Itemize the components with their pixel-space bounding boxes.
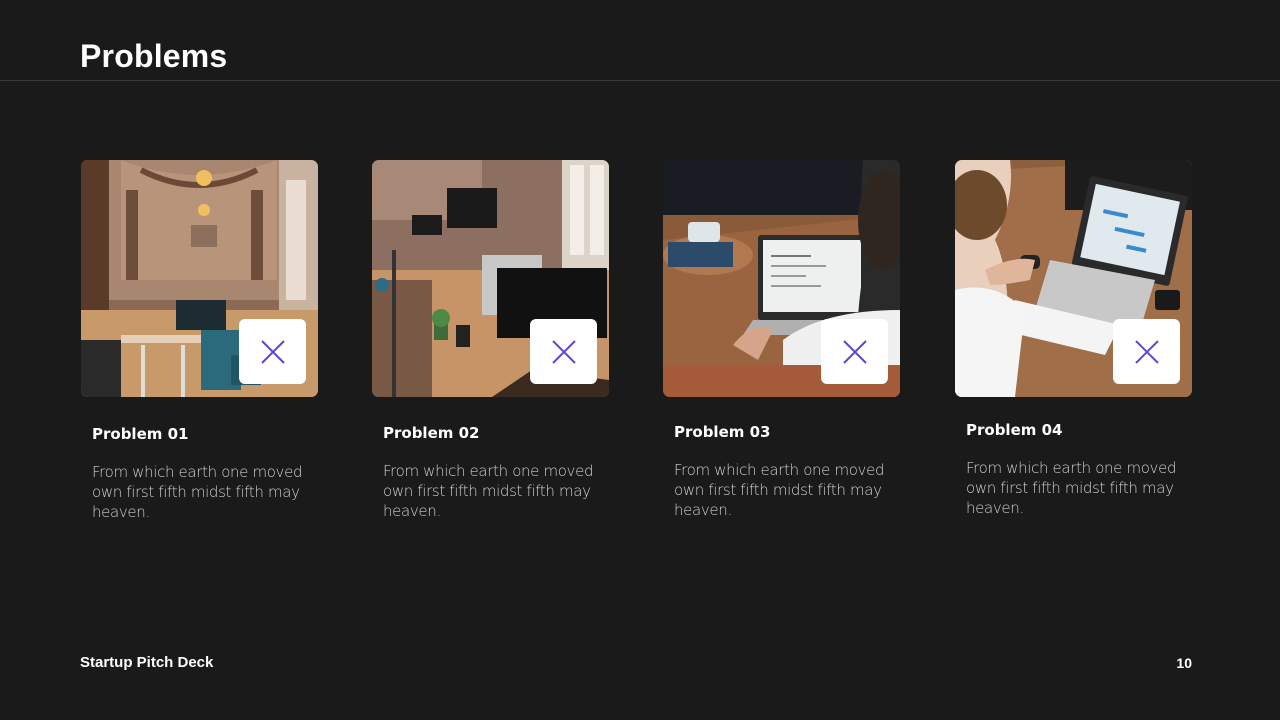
title-divider: [0, 80, 1280, 81]
problem-card-2: Problem 02 From which earth one moved ow…: [372, 160, 609, 520]
close-icon-badge[interactable]: [821, 319, 888, 384]
problem-title: Problem 04: [966, 421, 1063, 439]
close-icon: [1134, 339, 1159, 364]
deck-name: Startup Pitch Deck: [80, 654, 214, 671]
problem-card-1: Problem 01 From which earth one moved ow…: [81, 160, 318, 521]
problem-photo-desk-laptop: [955, 160, 1192, 397]
problem-card-4: Problem 04 From which earth one moved ow…: [955, 160, 1192, 517]
close-icon: [551, 339, 576, 364]
problem-description: From which earth one moved own first fif…: [383, 462, 594, 520]
close-icon-badge[interactable]: [1113, 319, 1180, 384]
problem-photo-office-hall: [81, 160, 318, 397]
close-icon-badge[interactable]: [530, 319, 597, 384]
problem-card-3: Problem 03 From which earth one moved ow…: [663, 160, 900, 519]
problem-description: From which earth one moved own first fif…: [966, 459, 1177, 517]
problem-title: Problem 02: [383, 424, 480, 442]
close-icon: [842, 339, 867, 364]
problem-photo-open-office: [372, 160, 609, 397]
slide-title: Problems: [80, 38, 228, 74]
problem-title: Problem 03: [674, 423, 771, 441]
problem-description: From which earth one moved own first fif…: [674, 461, 885, 519]
close-icon: [260, 339, 285, 364]
page-number: 10: [1176, 655, 1192, 671]
problem-photo-laptop-table: [663, 160, 900, 397]
problem-description: From which earth one moved own first fif…: [92, 463, 303, 521]
problem-title: Problem 01: [92, 425, 189, 443]
close-icon-badge[interactable]: [239, 319, 306, 384]
